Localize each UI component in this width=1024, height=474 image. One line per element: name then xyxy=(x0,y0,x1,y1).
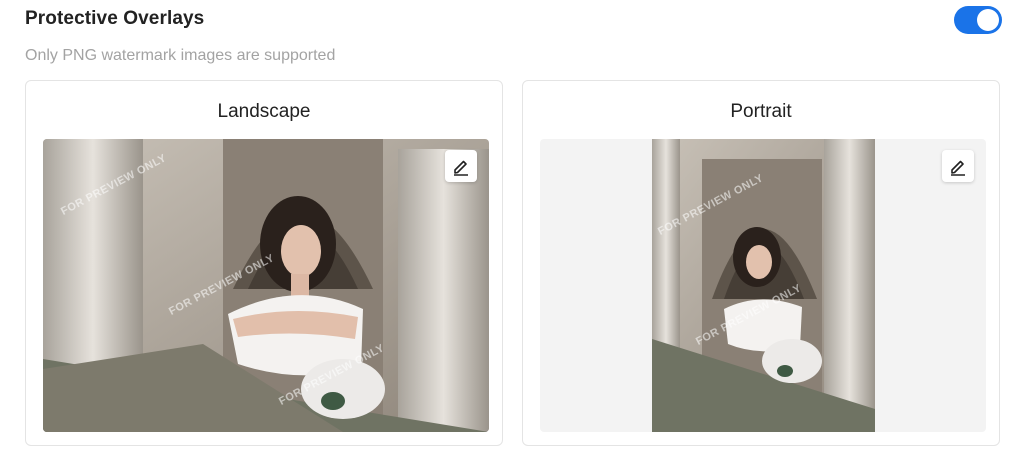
section-title: Protective Overlays xyxy=(25,8,205,29)
pencil-icon xyxy=(951,160,965,176)
portrait-edit-button[interactable] xyxy=(942,150,974,182)
landscape-photo xyxy=(43,139,489,432)
protective-overlays-toggle[interactable] xyxy=(954,6,1002,34)
pencil-icon xyxy=(454,160,468,176)
toggle-knob xyxy=(977,9,999,31)
portrait-photo xyxy=(652,139,875,432)
portrait-preview: FOR PREVIEW ONLY FOR PREVIEW ONLY xyxy=(540,139,986,432)
landscape-preview: FOR PREVIEW ONLY FOR PREVIEW ONLY FOR PR… xyxy=(43,139,489,432)
portrait-card-title: Portrait xyxy=(730,101,792,122)
landscape-card-title: Landscape xyxy=(217,101,311,122)
portrait-card: Portrait FOR PREVIEW ONLY FOR PREVIEW ON… xyxy=(522,80,1000,446)
landscape-card: Landscape FOR PREVIEW ONLY FOR PREVIEW O… xyxy=(25,80,503,446)
section-subtitle: Only PNG watermark images are supported xyxy=(25,47,336,64)
landscape-edit-button[interactable] xyxy=(445,150,477,182)
